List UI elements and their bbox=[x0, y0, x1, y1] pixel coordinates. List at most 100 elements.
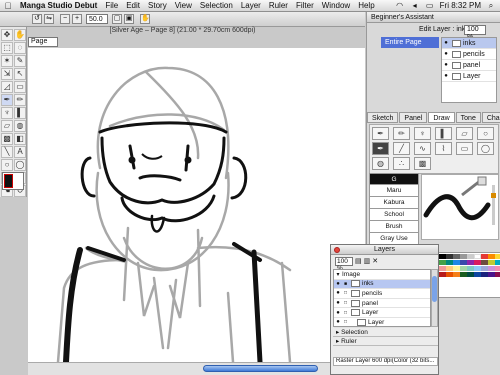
zoom-field[interactable]: 50.0 bbox=[86, 14, 108, 24]
hand-tool-icon[interactable]: ✋ bbox=[14, 29, 26, 41]
lock-icon[interactable]: □ bbox=[342, 290, 349, 296]
battery-icon[interactable]: ▭ bbox=[425, 1, 435, 10]
lasso-icon[interactable]: ◌ bbox=[14, 42, 26, 54]
g-pen-icon[interactable]: ✒ bbox=[372, 142, 389, 155]
rotate-icon[interactable]: ↺ bbox=[32, 14, 42, 24]
menu-help[interactable]: Help bbox=[354, 1, 378, 10]
preset-kabura[interactable]: Kabura bbox=[369, 197, 419, 209]
layer-row[interactable]: ● ■ inks bbox=[334, 279, 430, 290]
tone-tool-icon[interactable]: ▩ bbox=[414, 157, 431, 170]
menu-edit[interactable]: Edit bbox=[122, 1, 144, 10]
lock-icon[interactable]: □ bbox=[342, 319, 349, 325]
balloon-icon[interactable]: ◯ bbox=[14, 159, 26, 171]
eye-icon[interactable]: ● bbox=[334, 290, 342, 296]
select-pen-icon[interactable]: ✎ bbox=[14, 55, 26, 67]
menu-ruler[interactable]: Ruler bbox=[265, 1, 292, 10]
pencil-tool-icon[interactable]: ✏ bbox=[393, 127, 410, 140]
fill-icon[interactable]: ◍ bbox=[14, 120, 26, 132]
close-icon[interactable] bbox=[334, 247, 340, 253]
ellipse-tool-icon[interactable]: ◯ bbox=[477, 142, 494, 155]
marker-icon[interactable]: ▌ bbox=[14, 107, 26, 119]
eraser-icon[interactable]: ▱ bbox=[1, 120, 13, 132]
pen-tool-icon[interactable]: ✒ bbox=[372, 127, 389, 140]
line-tool-icon[interactable]: ╱ bbox=[393, 142, 410, 155]
list-item[interactable]: ● pencils bbox=[442, 49, 496, 60]
layer-list-scrollbar[interactable] bbox=[431, 269, 438, 327]
wifi-icon[interactable]: ◠ bbox=[395, 1, 405, 10]
tab-tone[interactable]: Tone bbox=[455, 112, 481, 123]
hand-icon[interactable]: ✋ bbox=[140, 14, 150, 24]
eye-icon[interactable]: ● bbox=[334, 319, 342, 325]
preset-maru[interactable]: Maru bbox=[369, 185, 419, 197]
layer-opacity-field[interactable]: 100 % bbox=[335, 256, 353, 272]
layer-group-image[interactable]: ▾ Image bbox=[334, 270, 430, 280]
volume-icon[interactable]: ◂ bbox=[410, 1, 420, 10]
preset-brush[interactable]: Brush bbox=[369, 221, 419, 233]
polyline-tool-icon[interactable]: ⌇ bbox=[435, 142, 452, 155]
eye-icon[interactable]: ● bbox=[442, 51, 450, 57]
text-icon[interactable]: A bbox=[14, 146, 26, 158]
magic-wand-icon[interactable]: ✶ bbox=[1, 55, 13, 67]
new-layer-icon[interactable]: ▤ bbox=[355, 257, 362, 265]
zoom-in-icon[interactable]: + bbox=[72, 14, 82, 24]
new-folder-icon[interactable]: ▥ bbox=[364, 257, 371, 265]
apple-icon[interactable]:  bbox=[0, 1, 16, 11]
gradient-icon[interactable]: ◧ bbox=[14, 133, 26, 145]
preset-g[interactable]: G bbox=[369, 173, 419, 185]
eye-icon[interactable]: ● bbox=[334, 281, 342, 287]
lock-icon[interactable]: □ bbox=[342, 300, 349, 306]
eye-icon[interactable]: ● bbox=[334, 300, 342, 306]
rect-tool-icon[interactable]: ▭ bbox=[456, 142, 473, 155]
tab-sketch[interactable]: Sketch bbox=[367, 112, 399, 123]
marquee-icon[interactable]: ⬚ bbox=[1, 42, 13, 54]
delete-layer-icon[interactable]: ✕ bbox=[372, 257, 378, 265]
actual-size-icon[interactable]: ▣ bbox=[124, 14, 134, 24]
pen-icon[interactable]: ✒ bbox=[1, 94, 13, 106]
lock-icon[interactable]: ■ bbox=[342, 281, 349, 287]
layer-row[interactable]: ● □ pencils bbox=[334, 289, 430, 299]
tab-panel[interactable]: Panel bbox=[399, 112, 428, 123]
list-item[interactable]: ● inks bbox=[442, 38, 496, 49]
menu-file[interactable]: File bbox=[101, 1, 122, 10]
layer-row[interactable]: ● □ Layer bbox=[334, 318, 430, 328]
ruler-icon[interactable]: ◿ bbox=[1, 81, 13, 93]
menu-story[interactable]: Story bbox=[144, 1, 171, 10]
layer-row[interactable]: ● □ Layer bbox=[334, 308, 430, 318]
horizontal-scrollbar[interactable] bbox=[28, 362, 365, 375]
eye-icon[interactable]: ● bbox=[442, 62, 450, 68]
layer-move-icon[interactable]: ⇲ bbox=[1, 68, 13, 80]
eye-icon[interactable]: ● bbox=[442, 73, 450, 79]
menu-window[interactable]: Window bbox=[318, 1, 354, 10]
selection-section[interactable]: ▸ Selection bbox=[333, 328, 438, 337]
eraser-tool-icon[interactable]: ▱ bbox=[456, 127, 473, 140]
object-select-icon[interactable]: ↖ bbox=[14, 68, 26, 80]
scroll-thumb[interactable] bbox=[203, 365, 318, 372]
menu-view[interactable]: View bbox=[171, 1, 196, 10]
marker-tool-icon[interactable]: ▌ bbox=[435, 127, 452, 140]
menu-layer[interactable]: Layer bbox=[237, 1, 265, 10]
edit-layer-opacity[interactable]: 100 % bbox=[464, 25, 486, 41]
fill-tool-icon[interactable]: ◍ bbox=[372, 157, 389, 170]
tab-draw[interactable]: Draw bbox=[428, 112, 455, 123]
shape-tool-icon[interactable]: ○ bbox=[477, 127, 494, 140]
color-swatch[interactable] bbox=[2, 172, 24, 190]
drawing-canvas[interactable] bbox=[28, 48, 365, 362]
ruler-section[interactable]: ▸ Ruler bbox=[333, 337, 438, 346]
spotlight-icon[interactable]: ⌕ bbox=[486, 1, 496, 11]
menu-selection[interactable]: Selection bbox=[196, 1, 237, 10]
page-tab[interactable]: Page bbox=[28, 37, 58, 47]
brush-tool-icon[interactable]: ♆ bbox=[414, 127, 431, 140]
foreground-color[interactable] bbox=[4, 174, 13, 188]
layers-title-bar[interactable]: Layers bbox=[331, 245, 438, 255]
eye-icon[interactable]: ● bbox=[334, 310, 342, 316]
curve-tool-icon[interactable]: ∿ bbox=[414, 142, 431, 155]
shape-icon[interactable]: ○ bbox=[1, 159, 13, 171]
tab-character[interactable]: Character bbox=[481, 112, 500, 123]
pencil-icon[interactable]: ✏ bbox=[14, 94, 26, 106]
spray-tool-icon[interactable]: ∴ bbox=[393, 157, 410, 170]
layer-row[interactable]: ● □ panel bbox=[334, 299, 430, 309]
menu-clock[interactable]: Fri 8:32 PM bbox=[440, 1, 481, 10]
list-item[interactable]: ● Layer bbox=[442, 71, 496, 82]
menu-filter[interactable]: Filter bbox=[292, 1, 318, 10]
entire-page-button[interactable]: Entire Page bbox=[381, 37, 439, 48]
